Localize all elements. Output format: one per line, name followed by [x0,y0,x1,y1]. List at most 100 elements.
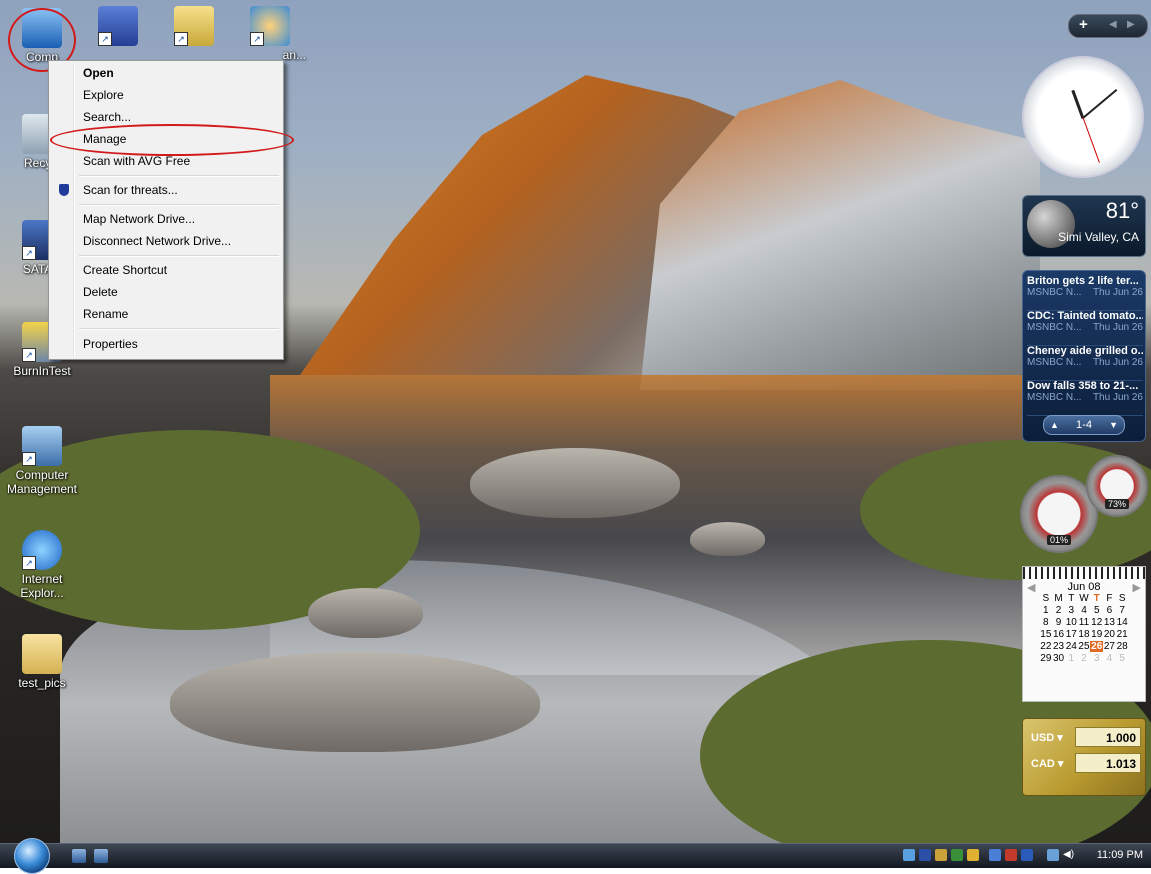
menu-item-label: Search... [83,110,132,124]
volume-icon[interactable]: ◀) [1063,849,1075,861]
show-desktop-icon[interactable] [72,849,86,863]
calendar-day[interactable]: 15 [1039,629,1052,640]
news-source: MSNBC N... [1027,357,1082,368]
calendar-day[interactable]: 12 [1090,617,1103,628]
news-prev-icon[interactable]: ▲ [1050,416,1059,434]
desktop-icon-internet-explorer[interactable]: ↗ Internet Explor... [4,530,80,600]
clock-hour-hand [1071,89,1085,120]
calendar-day[interactable]: 18 [1078,629,1091,640]
news-next-icon[interactable]: ▼ [1109,416,1118,434]
calendar-day[interactable]: 3 [1090,653,1103,664]
calendar-day[interactable]: 10 [1065,617,1078,628]
calendar-day[interactable]: 8 [1039,617,1052,628]
news-item[interactable]: Dow falls 358 to 21-... MSNBC N... Thu Ju… [1027,380,1143,416]
calendar-day[interactable]: 19 [1090,629,1103,640]
sidebar-next-icon[interactable]: ▶ [1127,19,1135,30]
desktop-icon-computer-management[interactable]: ↗ Computer Management [4,426,80,496]
calendar-day[interactable]: 28 [1116,641,1129,652]
calendar-day[interactable]: 1 [1039,605,1052,616]
menu-item-map-network-drive[interactable]: Map Network Drive... [51,208,281,230]
satellite-icon: ↗ [250,6,290,46]
news-source: MSNBC N... [1027,392,1082,403]
menu-item-explore[interactable]: Explore [51,84,281,106]
tray-display-icon[interactable] [1047,849,1059,861]
calendar-day[interactable]: 22 [1039,641,1052,652]
sidebar-prev-icon[interactable]: ◀ [1109,19,1117,30]
weather-gadget[interactable]: 81° Simi Valley, CA [1022,195,1146,257]
calendar-day[interactable]: 1 [1065,653,1078,664]
currency-code: USD [1031,732,1055,744]
menu-item-delete[interactable]: Delete [51,281,281,303]
rock-middle [308,588,423,638]
sidebar-controls: + ◀ ▶ [1068,14,1148,38]
tray-app-icon[interactable] [951,849,963,861]
currency-selector[interactable]: CAD ▾ [1031,757,1063,770]
calendar-day[interactable]: 13 [1103,617,1116,628]
menu-item-label: Explore [83,88,124,102]
calendar-day[interactable]: 2 [1052,605,1065,616]
tray-shield-icon[interactable] [919,849,931,861]
calendar-day[interactable]: 26 [1090,641,1104,652]
calendar-day[interactable]: 21 [1116,629,1129,640]
calendar-day[interactable]: 9 [1052,617,1065,628]
calendar-grid: S M T W T F S 1 2 3 4 5 6 7 8 9 10 11 12 13 14 15 16 17 18 19 20 21… [1035,593,1132,664]
desktop-icon-folder-app[interactable]: ↗ [156,6,232,48]
tray-app-icon[interactable] [935,849,947,861]
calendar-day[interactable]: 5 [1090,605,1103,616]
calendar-day[interactable]: 24 [1065,641,1078,652]
currency-value[interactable]: 1.013 [1075,753,1141,773]
tray-app-icon[interactable] [967,849,979,861]
calendar-gadget[interactable]: ◀ Jun 08 ▶ S M T W T F S 1 2 3 4 5 6 7 8 9 10 11 12 13 14 15 1… [1022,566,1146,702]
calendar-day[interactable]: 23 [1052,641,1065,652]
tray-network-icon[interactable] [903,849,915,861]
calendar-day[interactable]: 5 [1116,653,1129,664]
add-gadget-icon[interactable]: + [1079,16,1088,33]
calendar-day[interactable]: 7 [1116,605,1129,616]
news-item[interactable]: Briton gets 2 life ter... MSNBC N... Thu … [1027,275,1143,311]
tray-defender-icon[interactable] [1021,849,1033,861]
calendar-day[interactable]: 3 [1065,605,1078,616]
desktop-icon-satellite[interactable]: ↗ an... [232,6,308,62]
calendar-day[interactable]: 27 [1103,641,1116,652]
start-button[interactable] [14,838,50,874]
menu-item-open[interactable]: Open [51,62,281,84]
menu-item-disconnect-network-drive[interactable]: Disconnect Network Drive... [51,230,281,252]
calendar-day[interactable]: 6 [1103,605,1116,616]
desktop-icon-test-pics[interactable]: test_pics [4,634,80,690]
menu-item-properties[interactable]: Properties [51,333,281,355]
switch-windows-icon[interactable] [94,849,108,863]
calendar-day[interactable]: 17 [1065,629,1078,640]
menu-item-scan-threats[interactable]: Scan for threats... [51,179,281,201]
news-item[interactable]: CDC: Tainted tomato... MSNBC N... Thu Jun… [1027,310,1143,346]
shortcut-arrow-icon: ↗ [98,32,112,46]
calendar-day[interactable]: 14 [1116,617,1129,628]
calendar-day[interactable]: 25 [1078,641,1091,652]
taskbar-clock[interactable]: 11:09 PM [1097,849,1143,861]
calendar-next-icon[interactable]: ▶ [1133,581,1141,594]
calendar-day[interactable]: 30 [1052,653,1065,664]
menu-item-label: Scan for threats... [83,183,178,197]
news-item[interactable]: Cheney aide grilled o... MSNBC N... Thu J… [1027,345,1143,381]
cpu-meter-gadget[interactable]: 01% 73% [1020,455,1148,553]
tray-app-icon[interactable] [1005,849,1017,861]
calendar-day[interactable]: 16 [1052,629,1065,640]
calendar-day[interactable]: 29 [1039,653,1052,664]
calendar-weekday: S [1042,593,1050,604]
tray-app-icon[interactable] [989,849,1001,861]
currency-value[interactable]: 1.000 [1075,727,1141,747]
menu-item-create-shortcut[interactable]: Create Shortcut [51,259,281,281]
annotation-ellipse-manage [50,124,294,156]
currency-selector[interactable]: USD ▾ [1031,731,1063,744]
calendar-weekday: F [1106,593,1113,604]
menu-separator [79,328,279,330]
calendar-day[interactable]: 4 [1103,653,1116,664]
calendar-day[interactable]: 11 [1078,617,1091,628]
clock-second-hand [1082,117,1100,163]
calendar-prev-icon[interactable]: ◀ [1027,581,1035,594]
menu-item-rename[interactable]: Rename [51,303,281,325]
calendar-day[interactable]: 4 [1078,605,1091,616]
clock-gadget[interactable] [1022,56,1144,178]
calendar-day[interactable]: 20 [1103,629,1116,640]
desktop-icon-word-wizard[interactable]: ↗ [80,6,156,48]
calendar-day[interactable]: 2 [1078,653,1091,664]
